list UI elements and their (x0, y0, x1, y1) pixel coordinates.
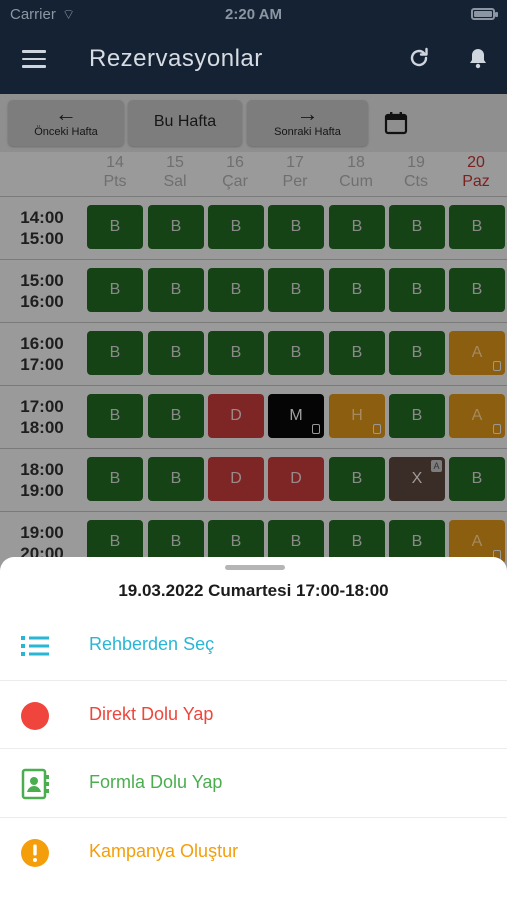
reservation-cell[interactable]: B (208, 331, 264, 375)
battery-icon (471, 8, 498, 20)
calendar-icon[interactable] (383, 110, 409, 136)
time-slot-label: 18:00 19:00 (20, 460, 64, 500)
reservation-cell[interactable]: B (87, 331, 143, 375)
day-column-header: 15 Sal (163, 154, 187, 190)
reservation-cell[interactable]: B (389, 394, 445, 438)
reservation-cell[interactable]: B (148, 457, 204, 501)
reservation-cell[interactable]: B (208, 268, 264, 312)
app-header: Carrier ⌔ 2:20 AM Rezervasyonlar (0, 0, 507, 94)
reservation-cell[interactable]: B (268, 268, 324, 312)
reservation-cell[interactable]: B (148, 205, 204, 249)
reservation-cell[interactable]: B (329, 331, 385, 375)
time-slot-row: 17:00 18:00 B B D M H B A (0, 385, 507, 448)
reservation-cell[interactable]: B (449, 457, 505, 501)
reservation-cell[interactable]: A (449, 394, 505, 438)
mark-booked-form-option[interactable]: Formla Dolu Yap (0, 748, 507, 816)
time-slot-row: 18:00 19:00 B B D D B X A B (0, 448, 507, 511)
next-week-button[interactable]: → Sonraki Hafta (247, 100, 368, 146)
create-campaign-option[interactable]: Kampanya Oluştur (0, 817, 507, 885)
phone-icon (493, 361, 501, 371)
reservation-cell[interactable]: B (87, 457, 143, 501)
contact-card-icon (21, 768, 49, 800)
phone-icon (373, 424, 381, 434)
exclamation-circle-icon (21, 839, 49, 867)
reservation-cell[interactable]: B (389, 205, 445, 249)
reservation-cell[interactable]: B (208, 205, 264, 249)
previous-week-label: Önceki Hafta (34, 126, 98, 138)
next-week-label: Sonraki Hafta (274, 126, 341, 138)
reservation-cell[interactable]: B (389, 268, 445, 312)
reservation-cell[interactable]: B (329, 205, 385, 249)
time-slot-row: 15:00 16:00 B B B B B B B (0, 259, 507, 322)
mark-booked-form-label: Formla Dolu Yap (89, 772, 223, 792)
reservation-cell[interactable]: H (329, 394, 385, 438)
day-column-header: 16 Çar (222, 154, 248, 190)
reservation-cell[interactable]: B (268, 331, 324, 375)
week-navigation: ← Önceki Hafta Bu Hafta → Sonraki Hafta (0, 94, 507, 152)
reservation-cell[interactable]: B (148, 394, 204, 438)
tag-a-badge: A (431, 460, 442, 472)
reservation-cell[interactable]: B (87, 205, 143, 249)
choose-from-contacts-option[interactable]: Rehberden Seç (0, 611, 507, 679)
reservation-cell[interactable]: B (87, 268, 143, 312)
day-header: 14 Pts 15 Sal 16 Çar 17 Per 18 Cum 19 Cts 20 Pa… (0, 152, 507, 196)
day-column-header: 14 Pts (103, 154, 127, 190)
reservation-cell[interactable]: M (268, 394, 324, 438)
reservation-cell[interactable]: A (449, 331, 505, 375)
time-slot-label: 15:00 16:00 (20, 271, 64, 311)
time-slot-label: 14:00 15:00 (20, 208, 64, 248)
reservation-cell[interactable]: D (208, 394, 264, 438)
phone-icon (493, 424, 501, 434)
reservation-cell[interactable]: B (87, 394, 143, 438)
reservation-cell[interactable]: D (268, 457, 324, 501)
reservation-cell[interactable]: B (329, 268, 385, 312)
this-week-button[interactable]: Bu Hafta (128, 100, 242, 146)
sheet-title: 19.03.2022 Cumartesi 17:00-18:00 (118, 581, 389, 600)
action-bottom-sheet: 19.03.2022 Cumartesi 17:00-18:00 Rehberd… (0, 557, 507, 900)
previous-week-button[interactable]: ← Önceki Hafta (8, 100, 124, 146)
day-column-header: 19 Cts (404, 154, 428, 190)
sheet-drag-handle[interactable] (225, 565, 285, 570)
reservation-cell[interactable]: D (208, 457, 264, 501)
page-title: Rezervasyonlar (89, 45, 263, 72)
reservation-cell[interactable]: B (449, 268, 505, 312)
status-bar: Carrier ⌔ 2:20 AM (0, 4, 507, 26)
red-circle-icon (21, 702, 49, 730)
reservation-cell[interactable]: B (148, 268, 204, 312)
time-slot-label: 17:00 18:00 (20, 397, 64, 437)
reservation-grid: 14:00 15:00 B B B B B B B 15:00 16:00 B B B B B B B 16:00 1… (0, 196, 507, 566)
time-slot-label: 16:00 17:00 (20, 334, 64, 374)
time-slot-row: 14:00 15:00 B B B B B B B (0, 196, 507, 259)
arrow-left-icon: ← (55, 101, 77, 126)
menu-icon[interactable] (22, 50, 46, 68)
reservation-cell[interactable]: B (389, 331, 445, 375)
day-column-header: 18 Cum (339, 154, 373, 190)
phone-icon (312, 424, 320, 434)
reservation-cell[interactable]: B (268, 205, 324, 249)
refresh-icon[interactable] (407, 46, 431, 70)
day-column-header-sunday: 20 Paz (462, 154, 490, 190)
this-week-label: Bu Hafta (153, 113, 217, 130)
bell-icon[interactable] (466, 46, 490, 70)
day-column-header: 17 Per (282, 154, 308, 190)
status-time: 2:20 AM (225, 6, 282, 23)
mark-booked-direct-label: Direkt Dolu Yap (89, 704, 214, 724)
list-icon (21, 636, 49, 656)
time-slot-row: 16:00 17:00 B B B B B B A (0, 322, 507, 385)
reservation-cell[interactable]: B (148, 331, 204, 375)
reservation-cell[interactable]: B (329, 457, 385, 501)
choose-from-contacts-label: Rehberden Seç (89, 634, 215, 654)
mark-booked-direct-option[interactable]: Direkt Dolu Yap (0, 680, 507, 748)
reservation-cell[interactable]: XA (389, 457, 445, 501)
reservation-cell[interactable]: B (449, 205, 505, 249)
arrow-right-icon: → (296, 101, 319, 126)
create-campaign-label: Kampanya Oluştur (89, 841, 239, 861)
